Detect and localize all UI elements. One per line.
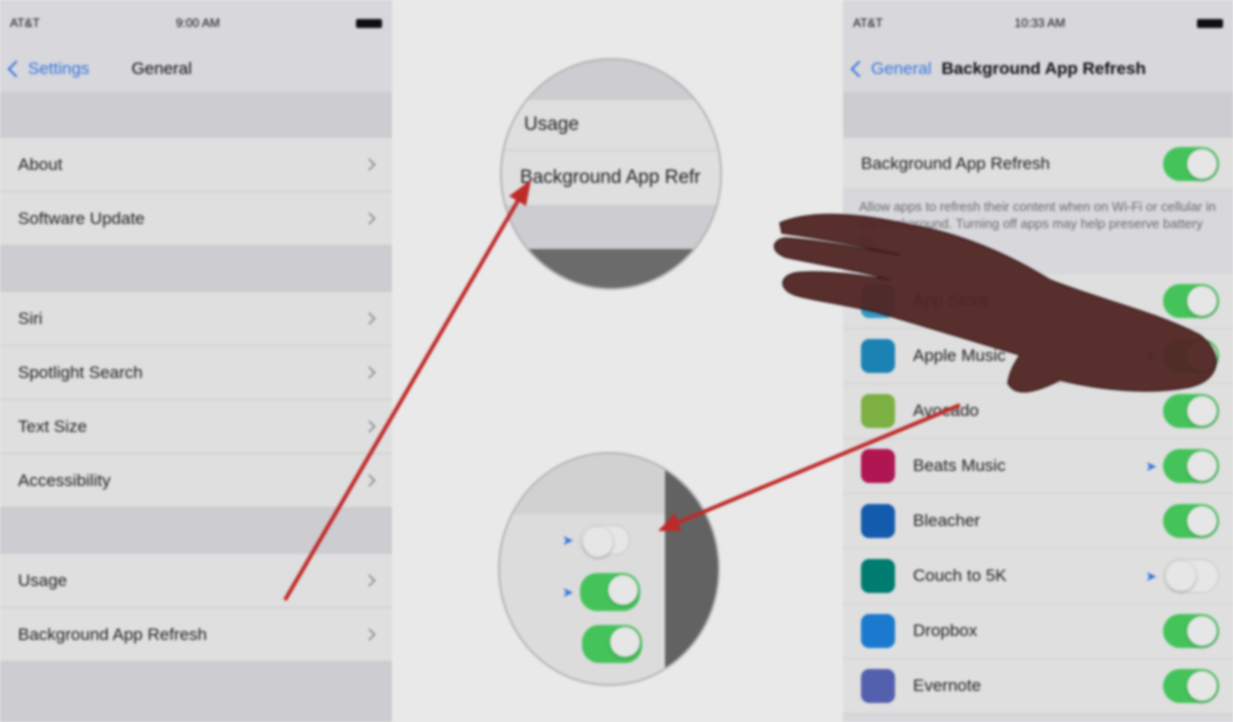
arrow-to-top-magnifier <box>283 180 531 602</box>
arrow-to-bottom-magnifier <box>658 403 961 531</box>
hand-shape <box>773 213 1217 393</box>
screenshot-stage: AT&T 9:00 AM Settings General About Soft… <box>0 0 1233 722</box>
hand-overlay <box>773 213 1217 393</box>
